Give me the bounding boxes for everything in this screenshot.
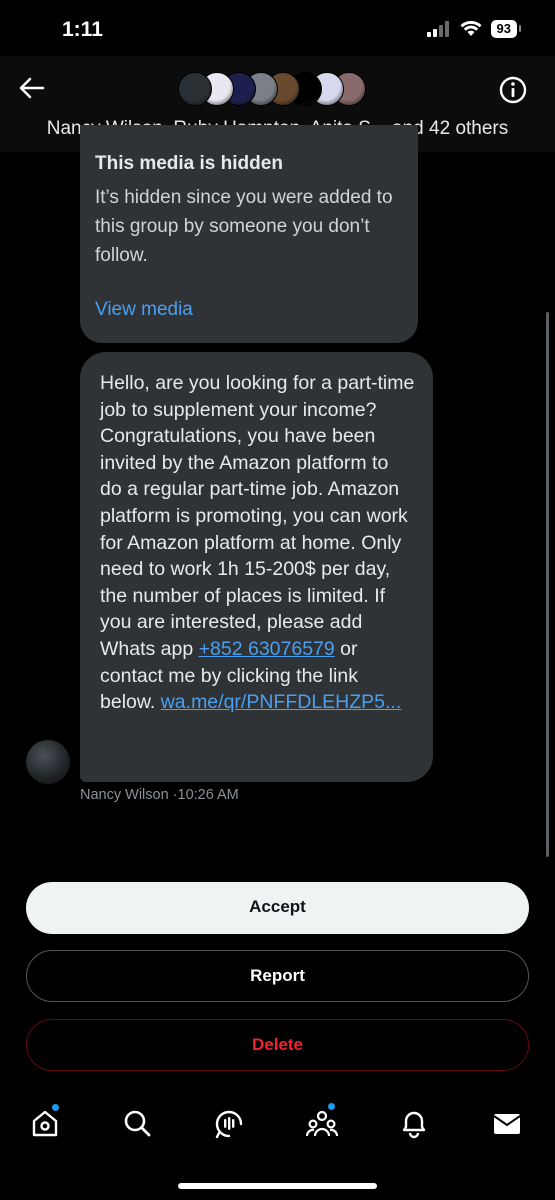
home-indicator[interactable] [178,1183,377,1189]
messages-icon [493,1114,521,1134]
group-avatar [178,72,212,106]
communities-notification-dot [328,1103,335,1110]
sender-name: Nancy Wilson [80,787,169,803]
message-meta: Nancy Wilson ·10:26 AM [80,787,239,803]
status-time: 1:11 [62,18,103,41]
signal-icon [426,21,449,37]
accept-button[interactable]: Accept [26,882,529,934]
message-time: 10:26 AM [177,787,239,803]
notifications-icon [402,1111,426,1139]
report-button[interactable]: Report [26,950,529,1002]
tab-communities[interactable] [305,1103,339,1139]
home-icon [32,1110,58,1137]
phone-link[interactable]: +852 63076579 [199,638,335,660]
info-icon[interactable] [499,76,527,104]
status-indicators: 93 [426,20,522,38]
tab-spaces[interactable] [213,1107,245,1139]
back-arrow-icon[interactable] [18,74,46,102]
hidden-media-card: This media is hidden It’s hidden since y… [80,125,418,343]
communities-icon [305,1110,339,1137]
sender-avatar[interactable] [26,740,70,784]
battery-indicator: 93 [490,20,522,38]
tab-home[interactable] [29,1104,61,1139]
message-bubble[interactable]: Hello, are you looking for a part-time j… [80,352,433,782]
spaces-icon [215,1110,243,1139]
wifi-icon [460,21,482,36]
home-notification-dot [52,1104,59,1111]
group-avatars[interactable] [178,72,378,108]
tab-search[interactable] [121,1107,153,1139]
hidden-media-title: This media is hidden [95,153,283,174]
delete-button[interactable]: Delete [26,1019,529,1071]
bottom-tab-bar [0,1095,555,1155]
search-icon [124,1110,151,1137]
hidden-media-description: It’s hidden since you were added to this… [95,187,393,266]
whatsapp-link[interactable]: wa.me/qr/PNFFDLEHZP5... [161,691,402,713]
tab-messages[interactable] [491,1107,523,1139]
message-text: Hello, are you looking for a part-time j… [100,372,415,660]
view-media-link[interactable]: View media [95,299,193,321]
scrollbar[interactable] [546,312,549,857]
tab-notifications[interactable] [398,1107,430,1139]
